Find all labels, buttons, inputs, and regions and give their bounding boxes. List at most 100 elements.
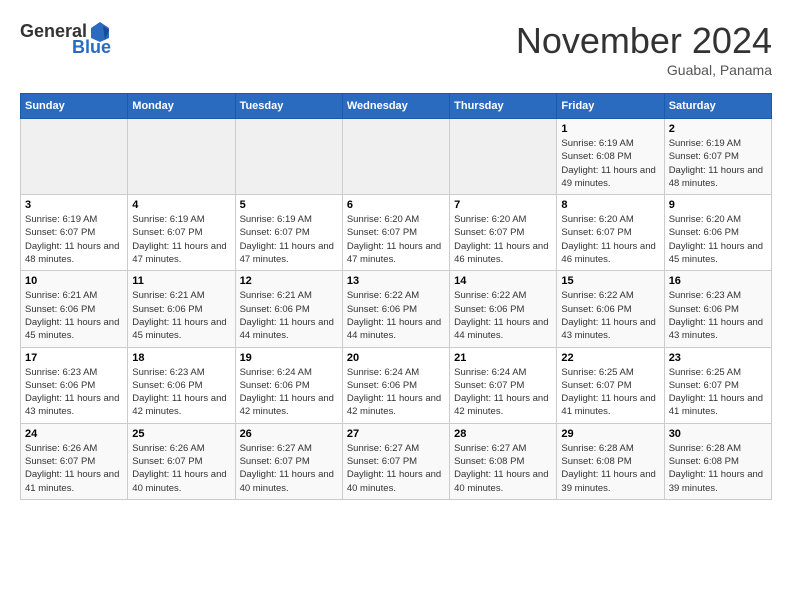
day-info: Sunrise: 6:27 AM Sunset: 6:08 PM Dayligh…: [454, 442, 552, 495]
title-area: November 2024 Guabal, Panama: [516, 20, 772, 78]
day-number: 19: [240, 352, 338, 364]
calendar-cell: 4Sunrise: 6:19 AM Sunset: 6:07 PM Daylig…: [128, 195, 235, 271]
month-title: November 2024: [516, 20, 772, 62]
calendar-header-friday: Friday: [557, 94, 664, 119]
calendar-cell: 30Sunrise: 6:28 AM Sunset: 6:08 PM Dayli…: [664, 423, 771, 499]
calendar-week-3: 10 Sunrise: 6:21 AM Sunset: 6:06 PM Dayli…: [21, 271, 772, 347]
calendar-header-thursday: Thursday: [450, 94, 557, 119]
calendar-cell: 18 Sunrise: 6:23 AM Sunset: 6:06 PM Dayli…: [128, 347, 235, 423]
calendar-cell: 9 Sunrise: 6:20 AM Sunset: 6:06 PM Daylig…: [664, 195, 771, 271]
day-number: 17: [25, 352, 123, 364]
day-number: 9: [669, 199, 767, 211]
day-info: Sunrise: 6:22 AM Sunset: 6:06 PM Dayligh…: [347, 289, 445, 342]
day-number: 3: [25, 199, 123, 211]
day-info: Sunrise: 6:19 AM Sunset: 6:07 PM Dayligh…: [669, 137, 767, 190]
calendar-cell: 20 Sunrise: 6:24 AM Sunset: 6:06 PM Dayli…: [342, 347, 449, 423]
day-number: 20: [347, 352, 445, 364]
day-info: Sunrise: 6:19 AM Sunset: 6:07 PM Dayligh…: [25, 213, 123, 266]
day-info: Sunrise: 6:22 AM Sunset: 6:06 PM Dayligh…: [561, 289, 659, 342]
location-subtitle: Guabal, Panama: [516, 62, 772, 78]
day-info: Sunrise: 6:25 AM Sunset: 6:07 PM Dayligh…: [561, 366, 659, 419]
day-number: 2: [669, 123, 767, 135]
day-number: 12: [240, 275, 338, 287]
day-info: Sunrise: 6:19 AM Sunset: 6:08 PM Dayligh…: [561, 137, 659, 190]
day-number: 29: [561, 428, 659, 440]
day-number: 5: [240, 199, 338, 211]
day-number: 27: [347, 428, 445, 440]
logo: General Blue: [20, 20, 111, 56]
calendar-week-2: 3 Sunrise: 6:19 AM Sunset: 6:07 PM Daylig…: [21, 195, 772, 271]
day-number: 13: [347, 275, 445, 287]
calendar-cell: 15 Sunrise: 6:22 AM Sunset: 6:06 PM Dayli…: [557, 271, 664, 347]
calendar-cell: 16 Sunrise: 6:23 AM Sunset: 6:06 PM Dayli…: [664, 271, 771, 347]
calendar-cell: 25 Sunrise: 6:26 AM Sunset: 6:07 PM Dayli…: [128, 423, 235, 499]
calendar-cell: 8 Sunrise: 6:20 AM Sunset: 6:07 PM Daylig…: [557, 195, 664, 271]
day-number: 28: [454, 428, 552, 440]
calendar-cell: 24Sunrise: 6:26 AM Sunset: 6:07 PM Dayli…: [21, 423, 128, 499]
day-info: Sunrise: 6:20 AM Sunset: 6:07 PM Dayligh…: [454, 213, 552, 266]
calendar-cell: 6 Sunrise: 6:20 AM Sunset: 6:07 PM Daylig…: [342, 195, 449, 271]
calendar-header-tuesday: Tuesday: [235, 94, 342, 119]
calendar-cell: 12 Sunrise: 6:21 AM Sunset: 6:06 PM Dayli…: [235, 271, 342, 347]
day-number: 11: [132, 275, 230, 287]
day-info: Sunrise: 6:24 AM Sunset: 6:07 PM Dayligh…: [454, 366, 552, 419]
calendar-header-wednesday: Wednesday: [342, 94, 449, 119]
day-info: Sunrise: 6:27 AM Sunset: 6:07 PM Dayligh…: [240, 442, 338, 495]
calendar-week-1: 1Sunrise: 6:19 AM Sunset: 6:08 PM Daylig…: [21, 119, 772, 195]
day-info: Sunrise: 6:26 AM Sunset: 6:07 PM Dayligh…: [132, 442, 230, 495]
day-number: 26: [240, 428, 338, 440]
day-number: 21: [454, 352, 552, 364]
day-info: Sunrise: 6:23 AM Sunset: 6:06 PM Dayligh…: [25, 366, 123, 419]
day-number: 4: [132, 199, 230, 211]
day-info: Sunrise: 6:23 AM Sunset: 6:06 PM Dayligh…: [669, 289, 767, 342]
day-number: 30: [669, 428, 767, 440]
calendar-cell: 1Sunrise: 6:19 AM Sunset: 6:08 PM Daylig…: [557, 119, 664, 195]
calendar-cell: 22 Sunrise: 6:25 AM Sunset: 6:07 PM Dayli…: [557, 347, 664, 423]
calendar-cell: 2 Sunrise: 6:19 AM Sunset: 6:07 PM Daylig…: [664, 119, 771, 195]
day-number: 7: [454, 199, 552, 211]
day-info: Sunrise: 6:21 AM Sunset: 6:06 PM Dayligh…: [240, 289, 338, 342]
day-info: Sunrise: 6:21 AM Sunset: 6:06 PM Dayligh…: [25, 289, 123, 342]
day-info: Sunrise: 6:25 AM Sunset: 6:07 PM Dayligh…: [669, 366, 767, 419]
day-number: 25: [132, 428, 230, 440]
day-info: Sunrise: 6:23 AM Sunset: 6:06 PM Dayligh…: [132, 366, 230, 419]
day-number: 16: [669, 275, 767, 287]
calendar-cell: [342, 119, 449, 195]
day-info: Sunrise: 6:20 AM Sunset: 6:07 PM Dayligh…: [561, 213, 659, 266]
calendar-cell: [450, 119, 557, 195]
day-number: 23: [669, 352, 767, 364]
day-info: Sunrise: 6:28 AM Sunset: 6:08 PM Dayligh…: [561, 442, 659, 495]
day-info: Sunrise: 6:20 AM Sunset: 6:07 PM Dayligh…: [347, 213, 445, 266]
day-number: 18: [132, 352, 230, 364]
calendar-cell: 29 Sunrise: 6:28 AM Sunset: 6:08 PM Dayli…: [557, 423, 664, 499]
day-number: 22: [561, 352, 659, 364]
calendar-cell: 11 Sunrise: 6:21 AM Sunset: 6:06 PM Dayli…: [128, 271, 235, 347]
calendar-cell: 3 Sunrise: 6:19 AM Sunset: 6:07 PM Daylig…: [21, 195, 128, 271]
calendar-cell: 23 Sunrise: 6:25 AM Sunset: 6:07 PM Dayli…: [664, 347, 771, 423]
calendar-cell: 26 Sunrise: 6:27 AM Sunset: 6:07 PM Dayli…: [235, 423, 342, 499]
logo-blue-text: Blue: [72, 38, 111, 56]
calendar-cell: 27Sunrise: 6:27 AM Sunset: 6:07 PM Dayli…: [342, 423, 449, 499]
day-number: 8: [561, 199, 659, 211]
calendar-week-4: 17 Sunrise: 6:23 AM Sunset: 6:06 PM Dayli…: [21, 347, 772, 423]
calendar-cell: [235, 119, 342, 195]
day-number: 10: [25, 275, 123, 287]
calendar-cell: 19 Sunrise: 6:24 AM Sunset: 6:06 PM Dayli…: [235, 347, 342, 423]
calendar-cell: 7 Sunrise: 6:20 AM Sunset: 6:07 PM Daylig…: [450, 195, 557, 271]
day-info: Sunrise: 6:22 AM Sunset: 6:06 PM Dayligh…: [454, 289, 552, 342]
day-info: Sunrise: 6:24 AM Sunset: 6:06 PM Dayligh…: [240, 366, 338, 419]
calendar-cell: 10 Sunrise: 6:21 AM Sunset: 6:06 PM Dayli…: [21, 271, 128, 347]
calendar-cell: [21, 119, 128, 195]
calendar-header-sunday: Sunday: [21, 94, 128, 119]
day-number: 15: [561, 275, 659, 287]
day-info: Sunrise: 6:20 AM Sunset: 6:06 PM Dayligh…: [669, 213, 767, 266]
day-info: Sunrise: 6:21 AM Sunset: 6:06 PM Dayligh…: [132, 289, 230, 342]
calendar-header-monday: Monday: [128, 94, 235, 119]
day-info: Sunrise: 6:24 AM Sunset: 6:06 PM Dayligh…: [347, 366, 445, 419]
calendar-cell: 5 Sunrise: 6:19 AM Sunset: 6:07 PM Daylig…: [235, 195, 342, 271]
calendar-cell: [128, 119, 235, 195]
day-number: 14: [454, 275, 552, 287]
day-info: Sunrise: 6:19 AM Sunset: 6:07 PM Dayligh…: [240, 213, 338, 266]
day-number: 6: [347, 199, 445, 211]
calendar-cell: 13 Sunrise: 6:22 AM Sunset: 6:06 PM Dayli…: [342, 271, 449, 347]
